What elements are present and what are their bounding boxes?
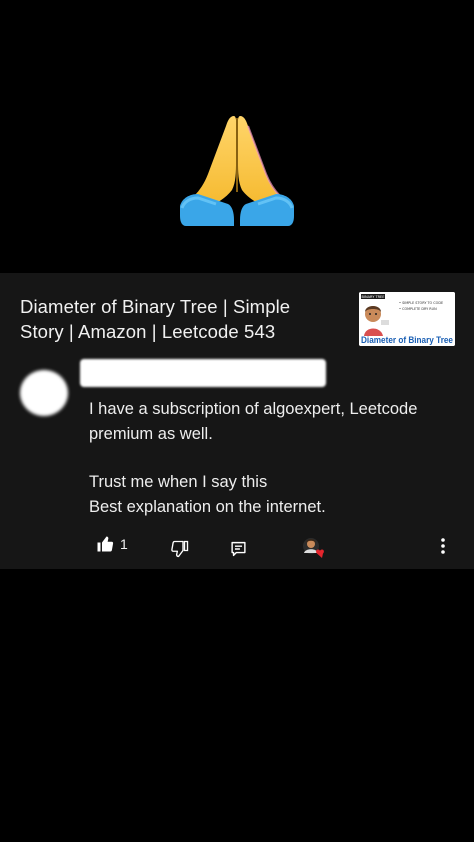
- comment-actions: 1: [0, 533, 474, 563]
- video-title-line1: Diameter of Binary Tree | Simple: [20, 296, 291, 317]
- creator-heart-icon: [303, 538, 324, 558]
- thumbnail-caption: Diameter of Binary Tree: [361, 335, 453, 345]
- commenter-avatar[interactable]: [20, 370, 68, 416]
- like-count: 1: [120, 536, 128, 552]
- author-name-redacted[interactable]: [80, 359, 326, 387]
- video-thumbnail[interactable]: BINARY TREE • SIMPLE STORY TO CODE • COM…: [359, 292, 455, 346]
- video-title-line2: Story | Amazon | Leetcode 543: [20, 321, 276, 342]
- more-vert-icon: [441, 538, 445, 554]
- thumbnail-bullet2: • COMPLETE DRY RUN: [399, 307, 437, 311]
- creator-heart[interactable]: [301, 536, 327, 560]
- comment-line: Trust me when I say this: [89, 473, 268, 491]
- folded-hands-icon: [180, 116, 294, 226]
- dislike-button[interactable]: [171, 540, 189, 558]
- thumbnail-badge: BINARY TREE: [362, 295, 385, 299]
- thumbnail-art: BINARY TREE • SIMPLE STORY TO CODE • COM…: [359, 292, 455, 346]
- comment-card: Diameter of Binary Tree | Simple Story |…: [0, 273, 474, 569]
- comment-body: I have a subscription of algoexpert, Lee…: [89, 397, 459, 519]
- like-button[interactable]: 1: [96, 535, 128, 553]
- reply-icon: [231, 541, 246, 557]
- comment-line: I have a subscription of algoexpert, Lee…: [89, 400, 418, 418]
- reply-button[interactable]: [230, 540, 247, 558]
- emoji-area: [0, 0, 474, 273]
- video-title[interactable]: Diameter of Binary Tree | Simple Story |…: [20, 294, 340, 344]
- thumbnail-bullet1: • SIMPLE STORY TO CODE: [399, 301, 443, 305]
- more-options-button[interactable]: [436, 536, 450, 556]
- thumbs-down-icon: [171, 540, 189, 558]
- comment-line: Best explanation on the internet.: [89, 497, 326, 516]
- thumbs-up-icon: [97, 536, 114, 552]
- comment-line: premium as well.: [89, 424, 213, 443]
